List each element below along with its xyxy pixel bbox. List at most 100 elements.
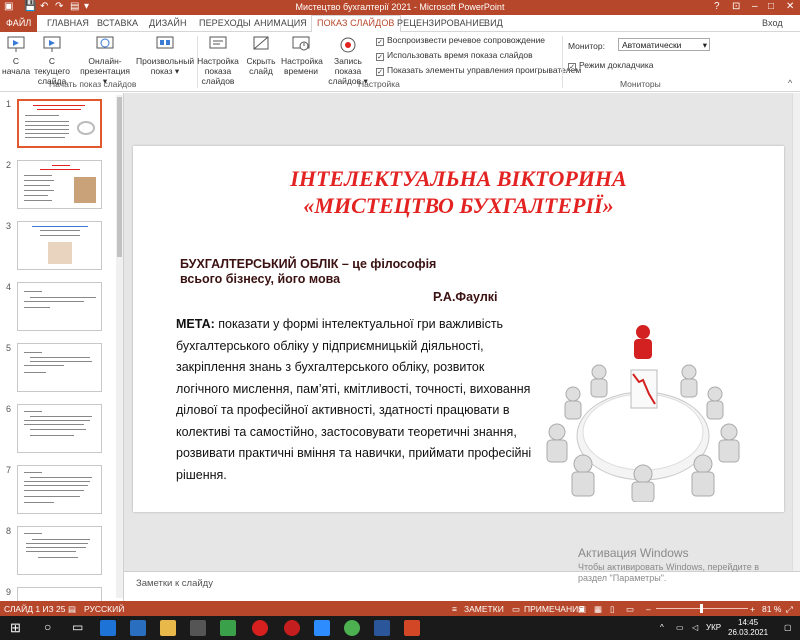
slide-subtitle-line2[interactable]: всього бізнесу, його мова [180,272,340,286]
close-icon[interactable]: ✕ [786,1,794,12]
setup-slideshow-button[interactable]: Настройка показа слайдов [190,34,246,86]
presenter-view-checkbox[interactable]: ✓ Режим докладчика [568,60,654,71]
volume-icon[interactable]: ◁ [692,623,698,632]
powerpoint-taskbar-icon[interactable] [404,620,420,636]
store-icon[interactable] [130,620,146,636]
hide-slide-icon [253,36,269,50]
chevron-down-icon: ▾ [702,40,707,50]
record-icon [340,37,356,53]
slide-thumbnail-7[interactable] [17,465,102,514]
opera-gx-icon[interactable] [284,620,300,636]
comments-toggle-button[interactable]: ПРИМЕЧАНИЯ [524,604,584,614]
tab-design[interactable]: ДИЗАЙН [149,18,187,28]
language-indicator[interactable]: РУССКИЙ [84,604,124,614]
slide-sorter-icon[interactable]: ▦ [594,604,602,615]
chrome-icon[interactable] [220,620,236,636]
windows-start-icon[interactable]: ⊞ [10,620,21,636]
slide-title-line1[interactable]: ІНТЕЛЕКТУАЛЬНА ВІКТОРИНА [133,166,784,192]
opera-icon[interactable] [252,620,268,636]
search-icon[interactable]: ○ [44,620,51,634]
tab-animation[interactable]: АНИМАЦИЯ [254,18,307,28]
use-timings-checkbox[interactable]: ✓ Использовать время показа слайдов [376,50,533,61]
slideshow-current-icon [43,36,61,52]
word-icon[interactable] [374,620,390,636]
task-view-icon[interactable]: ▭ [72,620,83,634]
tab-file[interactable]: ФАЙЛ [0,15,38,32]
tab-transitions[interactable]: ПЕРЕХОДЫ [199,18,251,28]
tab-insert[interactable]: ВСТАВКА [97,18,138,28]
slide-thumbnail-3[interactable] [17,221,102,270]
checkmark-icon: ✓ [376,68,384,76]
slide-title-line2[interactable]: «МИСТЕЦТВО БУХГАЛТЕРІЇ» [133,193,784,219]
zoom-level[interactable]: 81 % [762,604,781,614]
app-icon[interactable] [190,620,206,636]
tab-review[interactable]: РЕЦЕНЗИРОВАНИЕ [397,18,485,28]
hide-slide-button[interactable]: Скрыть слайд [246,34,276,76]
signin-link[interactable]: Вход [762,18,783,28]
slide-thumbnail-1[interactable] [17,99,102,148]
slide-thumbnail-9[interactable] [17,587,102,601]
reading-view-icon[interactable]: ▯ [610,604,615,615]
checkmark-icon: ✓ [568,63,576,71]
narrations-checkbox[interactable]: ✓ Воспроизвести речевое сопровождение [376,35,545,46]
checkmark-icon: ✓ [376,53,384,61]
zoom-slider-thumb[interactable] [700,604,703,613]
minimize-icon[interactable]: – [752,1,758,12]
monitor-label: Монитор: [568,41,605,51]
from-beginning-button[interactable]: Сначала [2,34,30,76]
tab-view[interactable]: ВИД [484,18,503,28]
slide-thumbnail-2[interactable] [17,160,102,209]
slide-thumbnails-pane: 1 2 3 4 5 6 7 8 9 [0,93,124,601]
edge-icon[interactable] [100,620,116,636]
media-controls-checkbox[interactable]: ✓ Показать элементы управления проигрыват… [376,65,581,76]
zoom-out-icon[interactable]: – [646,604,651,614]
clock-time[interactable]: 14:45 [738,618,758,627]
current-slide[interactable]: ІНТЕЛЕКТУАЛЬНА ВІКТОРИНА «МИСТЕЦТВО БУХГ… [133,146,784,512]
slideshow-view-icon[interactable]: ▭ [626,604,634,615]
comments-icon[interactable]: ▭ [512,604,520,615]
ribbon-display-icon[interactable]: ⊡ [732,1,740,12]
slide-thumbnail-5[interactable] [17,343,102,392]
collapse-ribbon-icon[interactable]: ^ [788,78,792,88]
custom-show-button[interactable]: Произвольный показ ▾ [136,34,194,76]
slide-goal-text[interactable]: МЕТА: показати у формі інтелектуальної г… [176,314,541,486]
help-icon[interactable]: ? [714,1,720,12]
ribbon-tabs: ФАЙЛ ГЛАВНАЯ ВСТАВКА ДИЗАЙН ПЕРЕХОДЫ АНИ… [0,15,800,33]
maximize-icon[interactable]: □ [768,1,774,12]
slide-subtitle-line1[interactable]: БУХГАЛТЕРСЬКИЙ ОБЛІК – це філософія [180,257,436,271]
slide-quote-author[interactable]: Р.А.Фаулкі [433,290,498,304]
slide-thumbnail-6[interactable] [17,404,102,453]
group-label-monitors: Мониторы [620,79,661,89]
group-separator [562,36,563,88]
meeting-table-image[interactable] [543,324,743,502]
tab-slideshow[interactable]: ПОКАЗ СЛАЙДОВ [311,15,401,33]
slide-editing-area: ІНТЕЛЕКТУАЛЬНА ВІКТОРИНА «МИСТЕЦТВО БУХГ… [124,93,800,571]
zoom-in-icon[interactable]: + [750,604,755,614]
slideshow-start-icon [7,36,25,52]
tab-home[interactable]: ГЛАВНАЯ [47,18,89,28]
books-image [74,177,96,203]
notifications-icon[interactable]: ▢ [784,623,792,632]
slide-thumbnail-8[interactable] [17,526,102,575]
thumbnails-scrollbar[interactable] [116,95,123,598]
normal-view-icon[interactable]: ▣ [578,604,586,615]
notes-toggle-button[interactable]: ЗАМЕТКИ [464,604,504,614]
keyboard-language[interactable]: УКР [706,623,721,632]
messenger-icon[interactable] [344,620,360,636]
network-icon[interactable]: ▭ [676,623,684,632]
notes-toggle-icon[interactable]: ≡ [452,604,457,614]
rehearse-timings-button[interactable]: Настройка времени [281,34,323,76]
slide-thumbnail-4[interactable] [17,282,102,331]
fit-slide-icon[interactable]: ⤢ [786,604,793,615]
scrollbar-thumb[interactable] [117,97,122,257]
group-label-setup: Настройка [358,79,400,89]
tray-up-icon[interactable]: ^ [660,623,664,632]
spellcheck-icon[interactable]: ▤ [68,604,76,615]
monitor-select[interactable]: Автоматически ▾ [618,38,710,51]
notes-placeholder: Заметки к слайду [136,578,213,589]
checkmark-icon: ✓ [376,38,384,46]
clock-date[interactable]: 26.03.2021 [728,628,768,637]
file-explorer-icon[interactable] [160,620,176,636]
zoom-app-icon[interactable] [314,620,330,636]
slide-scrollbar[interactable] [792,93,800,571]
